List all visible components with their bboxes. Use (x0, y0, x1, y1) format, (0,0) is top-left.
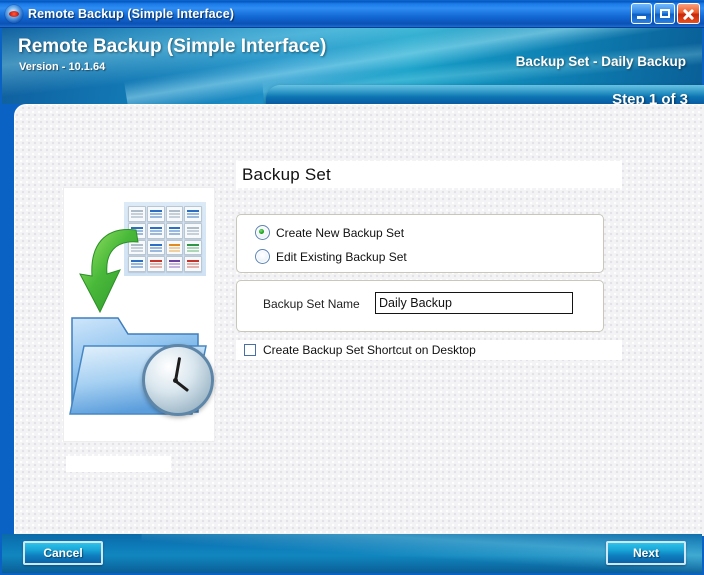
content-panel: Backup Set Create New Backup Set Edit Ex… (14, 104, 704, 536)
file-icon-generic (128, 206, 146, 222)
page-title-text: Backup Set (242, 164, 331, 184)
next-button[interactable]: Next (606, 541, 686, 565)
window-controls (631, 3, 700, 24)
page-title: Backup Set (236, 161, 622, 188)
banner-app-title: Remote Backup (Simple Interface) (18, 36, 327, 57)
close-button[interactable] (677, 3, 700, 24)
maximize-button[interactable] (654, 3, 675, 24)
application-window: Remote Backup (Simple Interface) Remote … (0, 0, 704, 575)
title-bar: Remote Backup (Simple Interface) (0, 0, 704, 28)
cancel-button[interactable]: Cancel (23, 541, 103, 565)
radio-option-edit-existing[interactable]: Edit Existing Backup Set (255, 249, 407, 264)
clock-icon (142, 344, 214, 416)
desktop-shortcut-label: Create Backup Set Shortcut on Desktop (263, 343, 476, 357)
backup-set-name-label: Backup Set Name (263, 297, 360, 311)
file-icon-js (165, 256, 184, 272)
file-icon-preview (184, 222, 202, 239)
radio-option-create-new[interactable]: Create New Backup Set (255, 225, 404, 240)
minimize-button[interactable] (631, 3, 652, 24)
minimize-icon (637, 16, 646, 19)
desktop-shortcut-checkbox[interactable] (244, 344, 256, 356)
scheduled-backup-illustration (64, 188, 214, 441)
file-icon-archive (165, 239, 184, 256)
clock-center-pin (173, 378, 178, 383)
banner-version: Version - 10.1.64 (19, 61, 106, 73)
file-icon-mail (184, 206, 202, 222)
radio-edit-existing-label: Edit Existing Backup Set (276, 249, 407, 264)
file-icon-image-3 (165, 222, 184, 239)
file-icon-pdf (146, 206, 165, 222)
file-icon-spreadsheet (184, 239, 202, 256)
backup-set-name-input[interactable] (375, 292, 573, 314)
image-caption-placeholder (66, 456, 171, 472)
shortcut-checkbox-row[interactable]: Create Backup Set Shortcut on Desktop (236, 340, 622, 360)
window-title: Remote Backup (Simple Interface) (28, 6, 235, 21)
file-icon-code (184, 256, 202, 272)
footer-bar: Cancel Next (2, 534, 702, 573)
maximize-icon (660, 9, 670, 18)
banner-backup-set-context: Backup Set - Daily Backup (515, 54, 686, 69)
backup-set-mode-group: Create New Backup Set Edit Existing Back… (236, 214, 604, 273)
radio-create-new-label: Create New Backup Set (276, 225, 405, 240)
radio-create-new-icon[interactable] (255, 225, 270, 240)
file-icon-doc (165, 206, 184, 222)
backup-set-name-group: Backup Set Name (236, 280, 604, 332)
app-eye-icon (5, 4, 23, 23)
radio-edit-existing-icon[interactable] (255, 249, 270, 264)
